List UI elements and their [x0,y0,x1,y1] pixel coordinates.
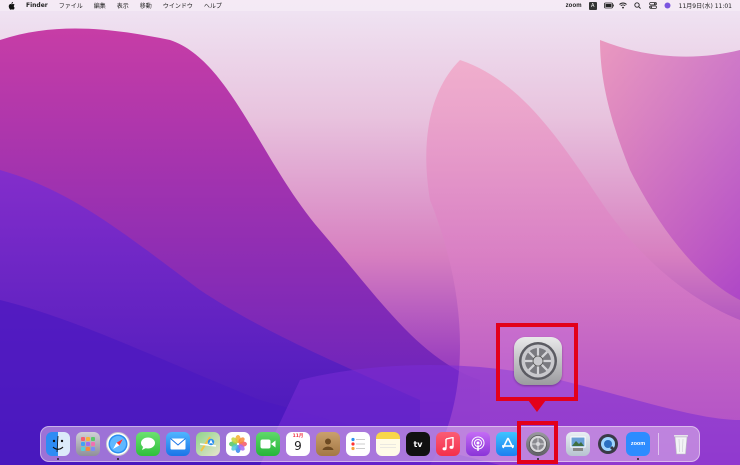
finder-running-indicator [57,458,59,460]
menu-view[interactable]: 表示 [117,1,129,10]
siri-icon[interactable] [664,2,672,9]
photos-icon[interactable] [226,432,250,456]
podcasts-icon[interactable] [466,432,490,456]
spotlight-search-icon[interactable] [634,2,642,9]
appletv-icon[interactable]: tv [406,432,430,456]
menu-edit[interactable]: 編集 [94,1,106,10]
notes-icon[interactable] [376,432,400,456]
launchpad-icon[interactable] [76,432,100,456]
facetime-icon[interactable] [256,432,280,456]
reminders-icon[interactable] [346,432,370,456]
dock: 11月 9 tv zoom [40,426,700,462]
music-icon[interactable] [436,432,460,456]
zoom-status-item[interactable]: zoom [566,3,582,9]
menu-window[interactable]: ウインドウ [163,1,193,10]
menu-bar: Finder ファイル 編集 表示 移動 ウインドウ ヘルプ zoom A 11… [0,0,740,11]
apple-menu-icon[interactable] [8,1,15,10]
quicktime-icon[interactable] [596,432,620,456]
desktop-wallpaper [0,0,740,465]
zoom-icon[interactable]: zoom [626,432,650,456]
menu-app-name[interactable]: Finder [26,2,48,9]
zoom-running-indicator [637,458,639,460]
calendar-day-label: 9 [294,439,302,453]
dock-item-highlight [517,421,558,464]
maps-icon[interactable] [196,432,220,456]
menu-go[interactable]: 移動 [140,1,152,10]
menu-file[interactable]: ファイル [59,1,83,10]
appletv-label: tv [413,439,423,449]
menu-help[interactable]: ヘルプ [204,1,222,10]
menu-clock[interactable]: 11月9日(水) 11:01 [679,1,732,10]
input-source-icon[interactable]: A [588,1,597,10]
wifi-icon[interactable] [618,2,627,9]
contacts-icon[interactable] [316,432,340,456]
finder-icon[interactable] [46,432,70,456]
calendar-icon[interactable]: 11月 9 [286,432,310,456]
preview-icon[interactable] [566,432,590,456]
zoom-dock-label: zoom [630,441,646,447]
callout-arrow [528,400,546,412]
wallpaper-art [0,28,740,465]
battery-icon[interactable] [603,2,614,9]
control-center-icon[interactable] [648,2,657,9]
mail-icon[interactable] [166,432,190,456]
messages-icon[interactable] [136,432,160,456]
trash-icon[interactable] [669,432,693,456]
dock-separator [658,433,659,455]
safari-running-indicator [117,458,119,460]
system-preferences-enlarged-icon [514,337,562,385]
safari-icon[interactable] [106,432,130,456]
